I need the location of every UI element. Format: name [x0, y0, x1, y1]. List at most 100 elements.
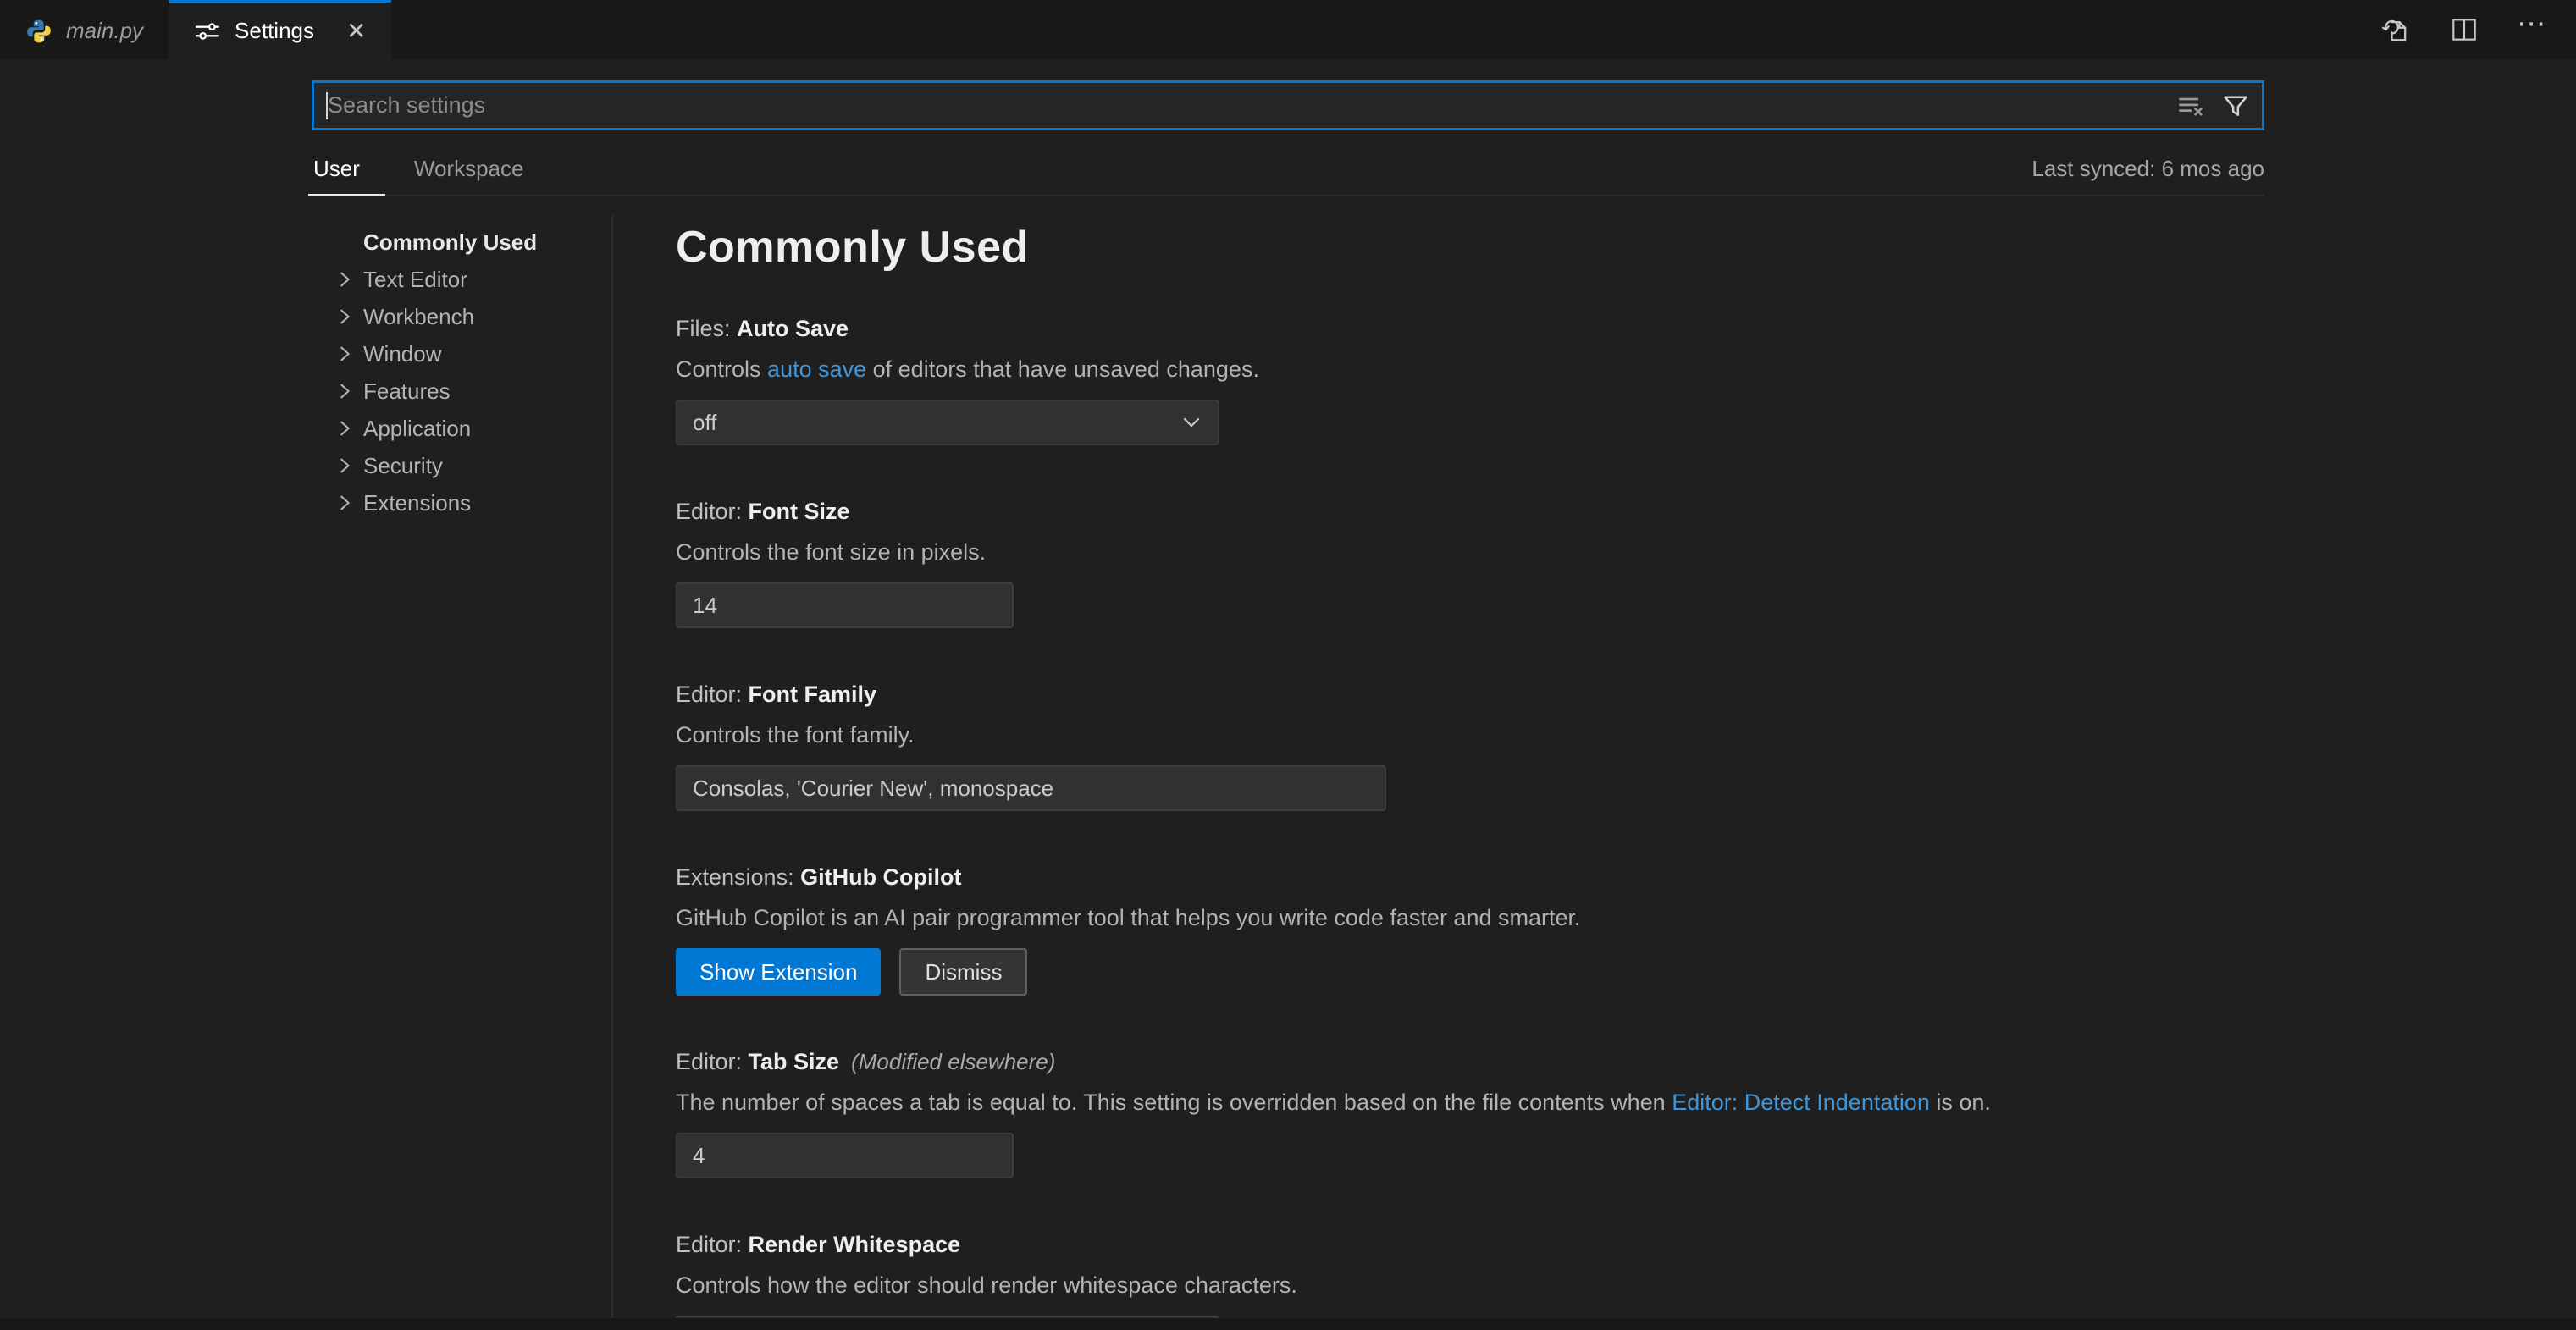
vscode-window: { "window": { "tabs": [ { "label": "main… [0, 0, 2576, 1330]
setting-title: Editor: Render Whitespace [676, 1229, 2264, 1260]
setting-modified-note: (Modified elsewhere) [851, 1049, 1055, 1074]
setting-name: Font Size [749, 499, 850, 524]
settings-search-box [312, 80, 2264, 130]
python-icon [25, 18, 53, 45]
close-tab-icon[interactable]: ✕ [346, 19, 366, 43]
chevron-right-icon[interactable] [334, 343, 356, 365]
toc-item-extensions[interactable]: Extensions [312, 484, 610, 522]
setting-category: Editor: [676, 499, 749, 524]
setting-description: Controls the font size in pixels. [676, 537, 2264, 567]
setting-description: Controls how the editor should render wh… [676, 1270, 2264, 1300]
setting-buttons: Show Extension Dismiss [676, 948, 2264, 996]
settings-content: Commonly Used Text Editor Workbench Window F… [312, 215, 2264, 1319]
setting-name: Tab Size [749, 1049, 840, 1074]
settings-scope-tabs: User Workspace Last synced: 6 mos ago [312, 142, 2264, 196]
setting-name: Font Family [749, 682, 877, 707]
setting-category: Editor: [676, 682, 749, 707]
setting-category: Editor: [676, 1232, 749, 1257]
setting-value-input[interactable] [676, 765, 1386, 811]
chevron-right-icon[interactable] [334, 492, 356, 514]
setting-title: Editor: Font Family [676, 679, 2264, 709]
setting-editor-tab-size: Editor: Tab Size (Modified elsewhere) The … [676, 1046, 2264, 1178]
scope-tab-label: Workspace [414, 156, 524, 182]
setting-link[interactable]: auto save [767, 356, 866, 382]
text-cursor [326, 92, 328, 119]
last-synced-status: Last synced: 6 mos ago [2032, 156, 2264, 182]
editor-tab-bar: main.py Settings ✕ [0, 0, 2576, 59]
search-input[interactable] [314, 83, 2177, 128]
toc-item-features[interactable]: Features [312, 373, 610, 410]
toc-item-application[interactable]: Application [312, 410, 610, 447]
settings-toc: Commonly Used Text Editor Workbench Window F… [312, 224, 610, 522]
description-text: The number of spaces a tab is equal to. … [676, 1090, 1672, 1115]
chevron-right-icon[interactable] [334, 455, 356, 477]
description-text: Controls the font size in pixels. [676, 539, 986, 565]
more-actions-icon[interactable]: ⋯ [2517, 17, 2547, 43]
toc-item-window[interactable]: Window [312, 335, 610, 373]
editor-actions: ⋯ [2380, 0, 2576, 59]
tab-main-py[interactable]: main.py [0, 0, 169, 59]
setting-description: Controls auto save of editors that have … [676, 354, 2264, 384]
settings-list: Commonly Used Files: Auto Save Controls a… [676, 215, 2264, 1330]
tab-settings[interactable]: Settings ✕ [169, 0, 391, 59]
tab-label: main.py [66, 18, 143, 44]
show-extension-button[interactable]: Show Extension [676, 948, 881, 996]
scope-tab-user[interactable]: User [312, 142, 362, 195]
clear-search-results-icon[interactable] [2177, 91, 2206, 120]
setting-category: Editor: [676, 1049, 749, 1074]
editor-bottom-edge [0, 1318, 2576, 1330]
toc-item-label: Text Editor [363, 267, 467, 293]
tab-label: Settings [235, 18, 314, 44]
setting-category: Extensions: [676, 864, 800, 890]
setting-description: Controls the font family. [676, 720, 2264, 750]
setting-name: Render Whitespace [749, 1232, 961, 1257]
settings-sliders-icon [194, 18, 221, 45]
setting-title: Editor: Tab Size (Modified elsewhere) [676, 1046, 2264, 1077]
toc-divider[interactable] [611, 215, 613, 1319]
page-title: Commonly Used [676, 222, 2264, 273]
setting-title: Files: Auto Save [676, 313, 2264, 344]
scope-tab-workspace[interactable]: Workspace [412, 142, 526, 195]
setting-editor-font-size: Editor: Font Size Controls the font size … [676, 496, 2264, 628]
setting-files-auto-save: Files: Auto Save Controls auto save of ed… [676, 313, 2264, 445]
dismiss-button[interactable]: Dismiss [899, 948, 1027, 996]
chevron-down-icon [1179, 410, 1218, 435]
chevron-right-icon[interactable] [334, 268, 356, 290]
toc-item-label: Extensions [363, 490, 471, 516]
toc-item-text-editor[interactable]: Text Editor [312, 261, 610, 298]
description-text: is on. [1930, 1090, 1991, 1115]
description-text: Controls [676, 356, 767, 382]
setting-link[interactable]: Editor: Detect Indentation [1672, 1090, 1930, 1115]
chevron-right-icon[interactable] [334, 306, 356, 328]
setting-description: GitHub Copilot is an AI pair programmer … [676, 902, 2264, 933]
dropdown-value: off [677, 410, 1179, 436]
chevron-right-icon[interactable] [334, 417, 356, 439]
description-text: Controls the font family. [676, 722, 915, 748]
toc-item-commonly-used[interactable]: Commonly Used [312, 224, 610, 261]
toc-item-security[interactable]: Security [312, 447, 610, 484]
filter-settings-icon[interactable] [2221, 91, 2250, 120]
setting-name: GitHub Copilot [800, 864, 961, 890]
description-text: GitHub Copilot is an AI pair programmer … [676, 905, 1581, 930]
setting-extensions-github-copilot: Extensions: GitHub CopilotGitHub Copilot… [676, 862, 2264, 996]
setting-category: Files: [676, 316, 737, 341]
settings-editor: User Workspace Last synced: 6 mos ago Co… [0, 59, 2576, 1330]
toc-item-label: Commonly Used [363, 229, 537, 256]
chevron-right-icon[interactable] [334, 380, 356, 402]
toc-item-workbench[interactable]: Workbench [312, 298, 610, 335]
setting-title: Editor: Font Size [676, 496, 2264, 527]
setting-title: Extensions: GitHub Copilot [676, 862, 2264, 892]
split-editor-icon[interactable] [2449, 14, 2479, 45]
scope-tab-label: User [313, 156, 360, 182]
setting-dropdown[interactable]: off [676, 400, 1219, 445]
toc-item-label: Workbench [363, 304, 474, 330]
toc-item-label: Application [363, 416, 471, 442]
toc-item-label: Features [363, 378, 451, 405]
setting-value-input[interactable] [676, 582, 1014, 628]
setting-value-input[interactable] [676, 1133, 1014, 1178]
open-settings-json-icon[interactable] [2380, 14, 2412, 46]
description-text: Controls how the editor should render wh… [676, 1272, 1297, 1298]
setting-editor-render-whitespace: Editor: Render Whitespace Controls how th… [676, 1229, 2264, 1330]
toc-item-label: Security [363, 453, 443, 479]
search-actions [2177, 91, 2262, 120]
